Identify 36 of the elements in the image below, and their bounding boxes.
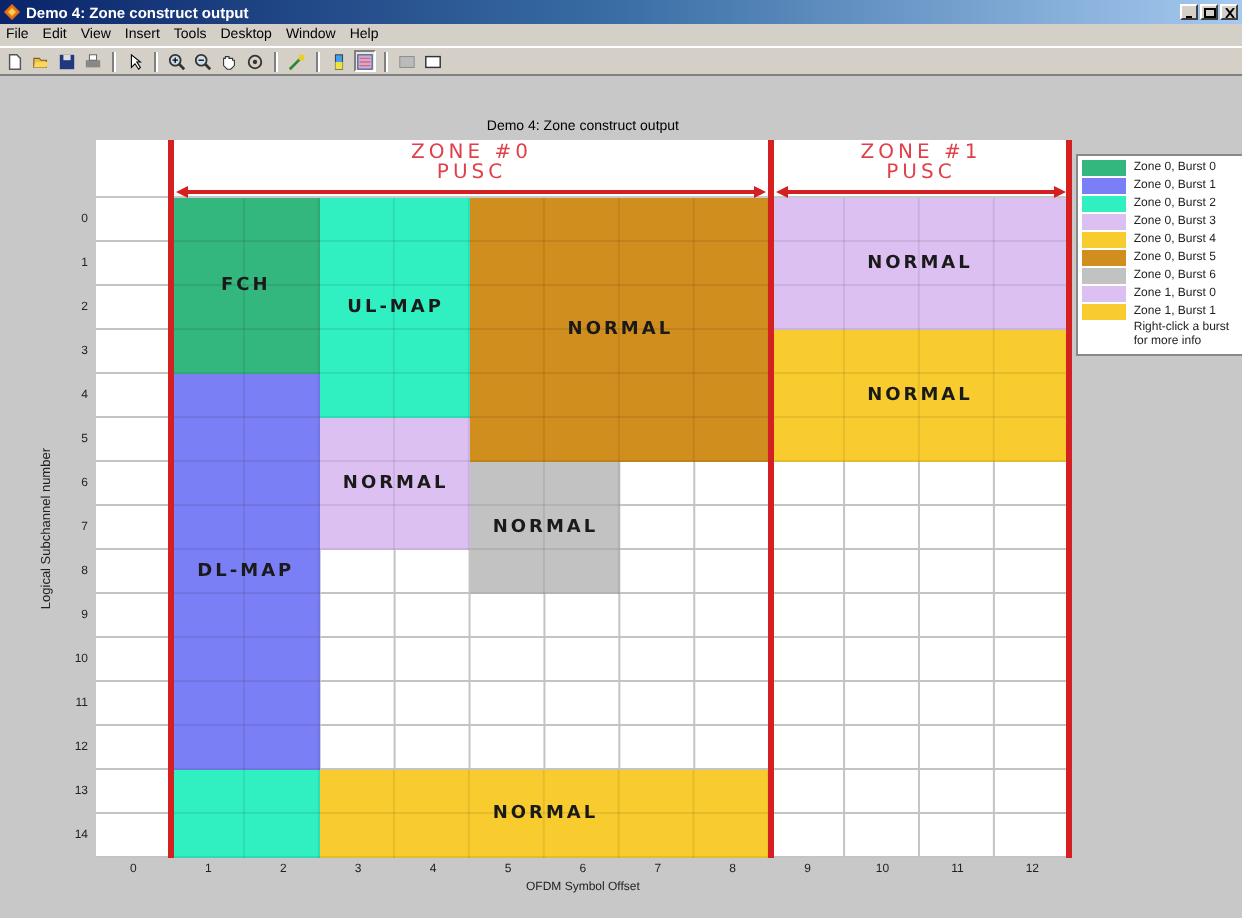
pointer-icon [126,51,144,71]
colorbar-icon [330,51,348,71]
close-button[interactable] [1220,4,1238,20]
zone-title: ZONE #0 [411,144,532,164]
close-icon [1223,7,1235,17]
burst-block[interactable] [170,770,321,858]
zone-title: ZONE #1 [860,144,982,164]
burst-block[interactable]: NORMAL [770,198,1070,330]
data-cursor-icon [288,51,306,71]
maximize-button[interactable] [1200,4,1218,20]
zone-subtitle: PUSC [886,164,956,184]
app-icon [4,4,20,20]
zoom-out-icon [194,51,212,71]
burst-block[interactable]: NORMAL [470,462,621,594]
toolbar-button[interactable] [218,50,240,72]
toolbar-button[interactable] [192,50,214,72]
new-file-icon [6,51,24,71]
legend-icon [356,51,374,71]
minimize-button[interactable] [1180,4,1198,20]
window-icon [424,51,442,71]
zone-subtitle: PUSC [436,164,507,184]
toolbar-button[interactable] [422,50,444,72]
burst-block[interactable]: DL-MAP [170,374,321,770]
zoom-in-icon [168,51,186,71]
toolbar-button[interactable] [56,50,78,72]
save-icon [58,51,76,71]
burst-block[interactable]: NORMAL [320,770,771,858]
burst-block[interactable]: NORMAL [470,198,771,462]
toolbar-button[interactable] [166,50,188,72]
burst-block[interactable]: UL-MAP [320,198,471,418]
burst-block[interactable]: FCH [170,198,321,374]
toolbar-button[interactable] [4,50,26,72]
burst-block[interactable]: NORMAL [770,330,1070,462]
hand-icon [220,51,238,71]
burst-block[interactable]: NORMAL [320,418,471,550]
maximize-icon [1203,7,1215,17]
